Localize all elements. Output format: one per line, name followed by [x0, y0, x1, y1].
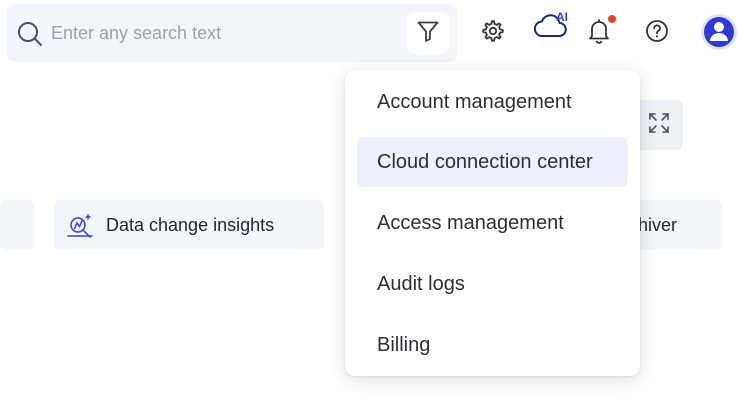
menu-item-label: Audit logs — [377, 272, 465, 295]
search-input[interactable] — [51, 18, 391, 48]
menu-item-audit-logs[interactable]: Audit logs — [357, 259, 628, 309]
settings-dropdown-menu: Account management Cloud connection cent… — [345, 70, 640, 376]
data-insights-icon — [66, 211, 94, 239]
user-icon — [704, 17, 734, 47]
help-icon — [645, 19, 669, 48]
ai-badge: AI — [556, 10, 568, 24]
menu-item-access-management[interactable]: Access management — [357, 198, 628, 248]
settings-button[interactable] — [480, 19, 506, 48]
notifications-button[interactable] — [586, 18, 612, 48]
menu-item-label: Access management — [377, 211, 564, 234]
menu-item-account-management[interactable]: Account management — [357, 77, 628, 127]
notification-dot — [608, 15, 616, 23]
data-change-insights-card[interactable]: Data change insights — [54, 200, 324, 250]
search-icon — [17, 21, 43, 47]
gear-icon — [481, 19, 505, 48]
menu-item-billing[interactable]: Billing — [357, 320, 628, 370]
menu-item-label: Account management — [377, 90, 572, 113]
menu-item-cloud-connection-center[interactable]: Cloud connection center — [357, 137, 628, 187]
card-label: hiver — [638, 214, 678, 235]
avatar[interactable] — [704, 17, 734, 47]
bell-icon — [587, 17, 611, 50]
card-label: Data change insights — [106, 214, 275, 235]
menu-item-label: Cloud connection center — [377, 150, 593, 173]
filter-icon — [416, 19, 440, 48]
help-button[interactable] — [644, 19, 670, 48]
filter-button[interactable] — [407, 12, 449, 54]
menu-item-label: Billing — [377, 333, 431, 356]
search-bar — [7, 4, 457, 62]
card-partial-left[interactable] — [0, 200, 34, 250]
expand-icon — [647, 111, 671, 140]
